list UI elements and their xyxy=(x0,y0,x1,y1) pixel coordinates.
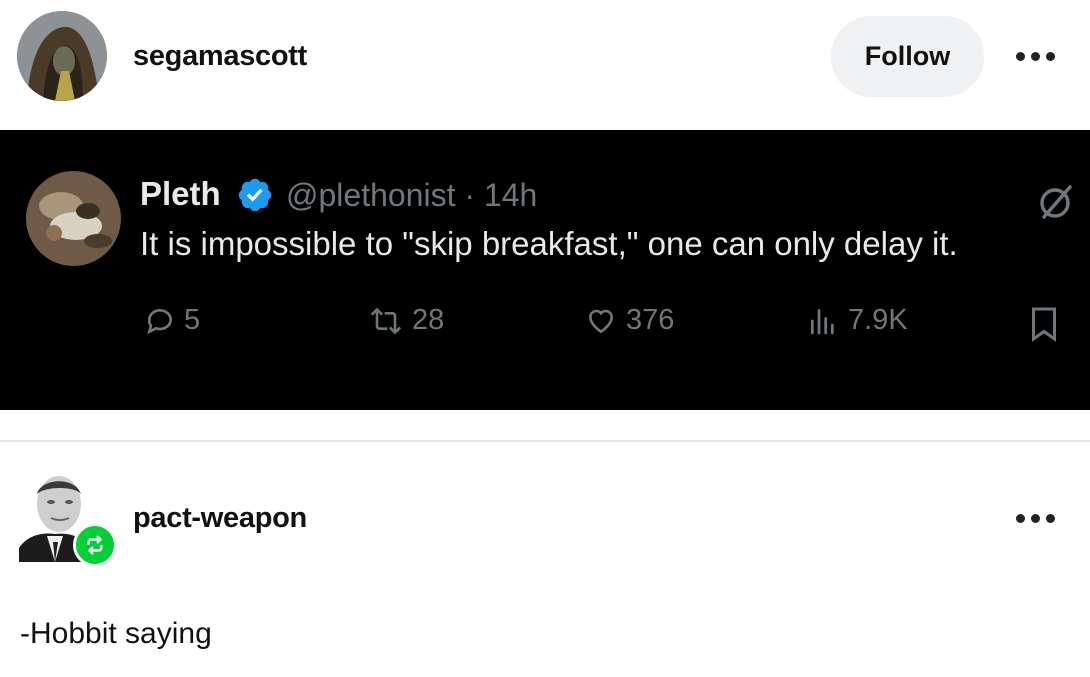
grok-icon xyxy=(1040,185,1072,219)
views-count: 7.9K xyxy=(848,304,908,336)
more-options-icon[interactable] xyxy=(1016,514,1055,523)
reply-metric: 5 xyxy=(144,304,200,337)
reblog-icon xyxy=(87,535,103,555)
follow-button[interactable]: Follow xyxy=(831,16,984,97)
more-options-icon[interactable] xyxy=(1016,52,1055,61)
repost-metric: 28 xyxy=(368,304,444,337)
like-metric: 376 xyxy=(584,304,674,337)
views-chart-icon xyxy=(811,308,834,334)
avatar[interactable] xyxy=(17,11,107,101)
repost-count: 28 xyxy=(412,304,445,336)
views-metric: 7.9K xyxy=(806,304,908,337)
reply-count: 5 xyxy=(184,304,201,336)
embedded-tweet: Pleth @plethonist · 14h It is impossible… xyxy=(0,130,1090,410)
tweet-handle-time: @plethonist · 14h xyxy=(286,177,538,213)
tweet-avatar xyxy=(26,171,121,266)
divider xyxy=(0,440,1090,442)
verified-badge-icon xyxy=(238,178,272,212)
tweet-text: It is impossible to "skip breakfast," on… xyxy=(140,225,958,262)
heart-icon xyxy=(588,309,614,333)
bookmark-icon xyxy=(1032,307,1056,342)
reply-icon xyxy=(147,308,172,334)
post-author-name[interactable]: segamascott xyxy=(133,40,307,73)
tweet-display-name: Pleth xyxy=(140,175,221,212)
reblog-badge xyxy=(73,523,117,567)
reblogger-name[interactable]: pact-weapon xyxy=(133,502,307,535)
repost-icon xyxy=(370,307,402,334)
like-count: 376 xyxy=(626,304,675,336)
reblog-comment: -Hobbit saying xyxy=(20,617,212,650)
